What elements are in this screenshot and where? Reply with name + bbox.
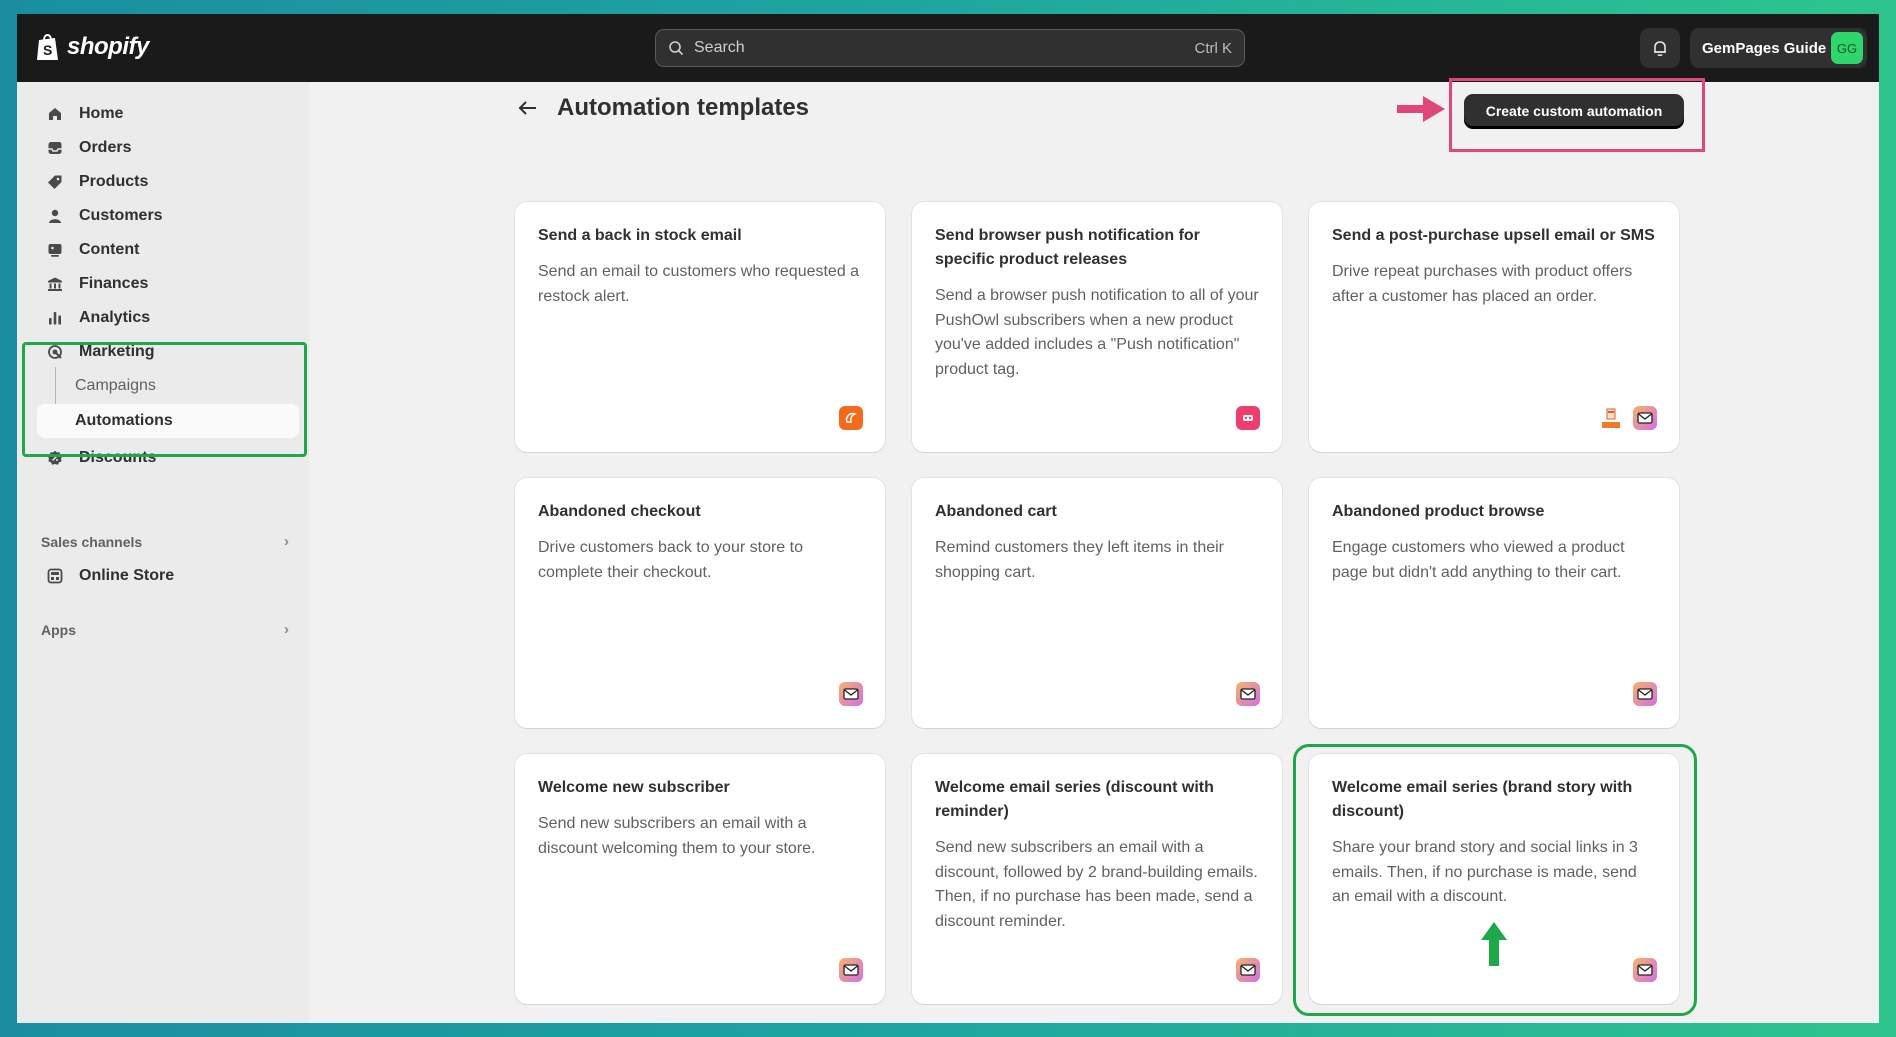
template-card[interactable]: Send a back in stock email Send an email… — [515, 202, 885, 452]
sidebar-item-customers[interactable]: Customers — [37, 200, 299, 232]
card-title: Welcome email series (discount with remi… — [935, 779, 1214, 820]
sidebar-item-label: Content — [79, 241, 140, 258]
section-label: Apps — [41, 621, 76, 638]
card-title: Welcome new subscriber — [538, 779, 730, 796]
sidebar-item-content[interactable]: Content — [37, 234, 299, 266]
store-icon — [45, 566, 65, 586]
card-title: Abandoned cart — [935, 503, 1057, 520]
sidebar-item-finances[interactable]: Finances — [37, 268, 299, 300]
card-description: Drive customers back to your store to co… — [538, 539, 803, 581]
search-icon — [669, 41, 684, 56]
tag-icon — [45, 172, 65, 192]
card-description: Drive repeat purchases with product offe… — [1332, 263, 1633, 305]
card-title: Abandoned product browse — [1332, 503, 1545, 520]
page-title: Automation templates — [557, 94, 810, 121]
sidebar-item-label: Finances — [79, 275, 149, 292]
sidebar-item-orders[interactable]: Orders — [37, 132, 299, 164]
template-card[interactable]: Abandoned product browse Engage customer… — [1309, 478, 1679, 728]
inbox-icon — [45, 138, 65, 158]
card-highlight-box — [1293, 744, 1697, 1016]
section-label: Sales channels — [41, 533, 143, 550]
image-icon — [45, 240, 65, 260]
home-icon — [45, 104, 65, 124]
email-app-icon — [839, 958, 863, 982]
bar-chart-icon — [45, 308, 65, 328]
search-placeholder: Search — [694, 39, 745, 56]
sidebar: Home Orders Products Customers Content F… — [17, 82, 309, 1023]
sidebar-item-label: Online Store — [79, 567, 175, 584]
sidebar-item-label: Products — [79, 173, 149, 190]
shopify-logo[interactable]: S shopify — [35, 32, 149, 62]
page-header: Automation templates — [517, 94, 809, 122]
account-menu-button[interactable]: GemPages Guide GG — [1690, 28, 1867, 68]
card-description: Send new subscribers an email with a dis… — [538, 815, 816, 857]
notifications-button[interactable] — [1640, 28, 1680, 68]
search-input[interactable]: Search Ctrl K — [655, 29, 1245, 67]
shopify-bag-icon: S — [37, 34, 58, 60]
sidebar-item-label: Customers — [79, 207, 163, 224]
card-title: Abandoned checkout — [538, 503, 701, 520]
svg-text:S: S — [43, 42, 52, 58]
bank-icon — [45, 274, 65, 294]
template-card[interactable]: Welcome email series (discount with remi… — [912, 754, 1282, 1004]
email-app-icon — [1633, 682, 1657, 706]
green-up-arrow-icon — [1481, 922, 1507, 966]
account-name: GemPages Guide — [1702, 39, 1827, 57]
sidebar-item-label: Analytics — [79, 309, 151, 326]
pushowl-app-icon — [1236, 406, 1260, 430]
card-description: Send an email to customers who requested… — [538, 263, 860, 305]
sidebar-item-analytics[interactable]: Analytics — [37, 302, 299, 334]
sales-channels-section[interactable]: Sales channels › — [41, 533, 299, 550]
template-card[interactable]: Send browser push notification for speci… — [912, 202, 1282, 452]
email-app-icon — [1236, 958, 1260, 982]
back-arrow-icon[interactable] — [517, 97, 539, 119]
card-title: Send a post-purchase upsell email or SMS — [1332, 227, 1655, 244]
card-description: Send new subscribers an email with a dis… — [935, 839, 1258, 930]
card-description: Engage customers who viewed a product pa… — [1332, 539, 1625, 581]
top-bar: S shopify Search Ctrl K GemPages Guide G… — [17, 14, 1879, 82]
apps-section[interactable]: Apps › — [41, 621, 299, 638]
card-title: Send a back in stock email — [538, 227, 742, 244]
sidebar-item-products[interactable]: Products — [37, 166, 299, 198]
sidebar-item-label: Orders — [79, 139, 132, 156]
sidebar-item-label: Home — [79, 105, 124, 122]
bell-icon — [1654, 41, 1666, 57]
upsell-app-icon — [1599, 406, 1623, 430]
search-shortcut: Ctrl K — [1194, 39, 1233, 57]
orange-app-icon — [839, 406, 863, 430]
template-card[interactable]: Send a post-purchase upsell email or SMS… — [1309, 202, 1679, 452]
sidebar-item-home[interactable]: Home — [37, 98, 299, 130]
avatar: GG — [1831, 32, 1863, 64]
email-app-icon — [1633, 406, 1657, 430]
create-custom-automation-button[interactable]: Create custom automation — [1464, 94, 1684, 128]
chevron-right-icon: › — [284, 533, 289, 550]
template-card[interactable]: Abandoned checkout Drive customers back … — [515, 478, 885, 728]
email-app-icon — [839, 682, 863, 706]
logo-text: shopify — [67, 33, 149, 60]
pink-pointer-arrow-icon — [1397, 96, 1445, 122]
person-icon — [45, 206, 65, 226]
email-app-icon — [1236, 682, 1260, 706]
chevron-right-icon: › — [284, 621, 289, 638]
shopify-admin-window: S shopify Search Ctrl K GemPages Guide G… — [17, 14, 1879, 1023]
sidebar-item-online-store[interactable]: Online Store — [37, 560, 299, 592]
card-description: Remind customers they left items in thei… — [935, 539, 1224, 581]
template-card[interactable]: Welcome new subscriber Send new subscrib… — [515, 754, 885, 1004]
card-description: Send a browser push notification to all … — [935, 287, 1259, 378]
template-card[interactable]: Abandoned cart Remind customers they lef… — [912, 478, 1282, 728]
card-title: Send browser push notification for speci… — [935, 227, 1200, 268]
marketing-highlight-box — [22, 342, 307, 457]
